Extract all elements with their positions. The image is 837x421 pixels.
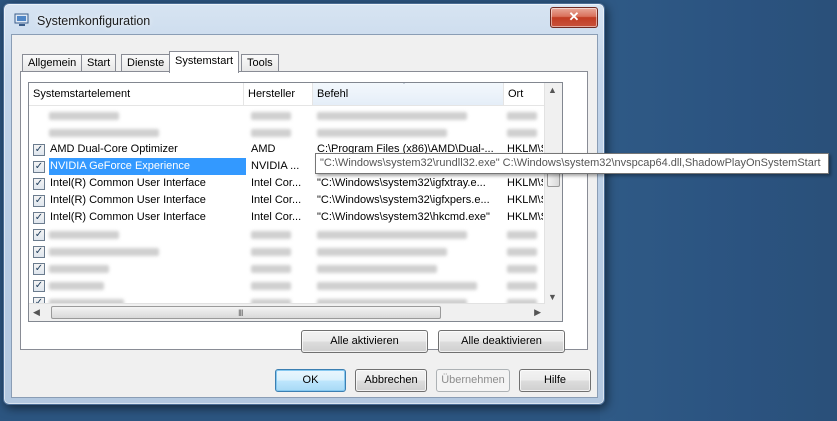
help-button[interactable]: Hilfe xyxy=(519,369,591,392)
apply-button[interactable]: Übernehmen xyxy=(436,369,510,392)
column-header-location[interactable]: Ort xyxy=(504,83,549,105)
redacted-cell xyxy=(317,231,467,239)
close-icon: ✕ xyxy=(568,9,580,24)
table-row[interactable] xyxy=(29,107,549,124)
startup-item-command: "C:\Windows\system32\hkcmd.exe" xyxy=(317,211,490,223)
scroll-grip-icon: III xyxy=(238,308,243,318)
startup-item-checkbox[interactable]: ✓ xyxy=(33,229,45,241)
tab-allgemein[interactable]: Allgemein xyxy=(22,54,83,72)
window-title: Systemkonfiguration xyxy=(37,14,151,28)
redacted-cell xyxy=(251,282,291,290)
startup-item-manufacturer: NVIDIA ... xyxy=(251,160,300,172)
dialog-client-area: Allgemein Start Dienste Systemstart Tool… xyxy=(11,34,598,398)
table-row[interactable]: ✓ xyxy=(29,277,549,294)
horizontal-scrollbar[interactable]: ◀ III ▶ xyxy=(29,303,545,321)
redacted-cell xyxy=(251,112,291,120)
startup-item-location: HKLM\S xyxy=(507,194,543,206)
startup-item-name: Intel(R) Common User Interface xyxy=(50,211,206,223)
startup-item-name: Intel(R) Common User Interface xyxy=(50,177,206,189)
redacted-cell xyxy=(251,265,291,273)
redacted-cell xyxy=(49,265,109,273)
system-config-window: Systemkonfiguration ✕ Allgemein Start Di… xyxy=(3,3,605,405)
table-row[interactable]: ✓ Intel(R) Common User Interface Intel Cor… xyxy=(29,209,549,226)
startup-item-checkbox[interactable]: ✓ xyxy=(33,263,45,275)
startup-item-manufacturer: AMD xyxy=(251,143,276,155)
table-row[interactable]: ✓ xyxy=(29,226,549,243)
desktop-background xyxy=(600,0,837,421)
msconfig-app-icon xyxy=(14,13,29,26)
startup-items-list[interactable]: Systemstartelement Hersteller Befehl Ort… xyxy=(28,82,563,322)
startup-item-checkbox[interactable]: ✓ xyxy=(33,195,45,207)
redacted-cell xyxy=(317,265,437,273)
startup-item-checkbox[interactable]: ✓ xyxy=(33,161,45,173)
enable-all-button[interactable]: Alle aktivieren xyxy=(301,330,428,353)
redacted-cell xyxy=(317,282,477,290)
tab-dienste[interactable]: Dienste xyxy=(121,54,171,72)
redacted-cell xyxy=(317,248,447,256)
command-tooltip: "C:\Windows\system32\rundll32.exe" C:\Wi… xyxy=(315,153,829,174)
startup-item-location: HKLM\S xyxy=(507,177,543,189)
close-button[interactable]: ✕ xyxy=(550,7,598,28)
redacted-cell xyxy=(49,231,119,239)
startup-item-name: NVIDIA GeForce Experience xyxy=(49,158,246,175)
startup-item-checkbox[interactable]: ✓ xyxy=(33,246,45,258)
ok-button[interactable]: OK xyxy=(275,369,346,392)
vertical-scrollbar[interactable]: ▲ ▼ xyxy=(544,83,562,304)
sort-indicator-icon xyxy=(401,83,407,84)
redacted-cell xyxy=(49,112,119,120)
redacted-cell xyxy=(507,282,537,290)
cancel-button[interactable]: Abbrechen xyxy=(355,369,427,392)
scroll-left-icon[interactable]: ◀ xyxy=(33,307,40,318)
table-row[interactable]: ✓ xyxy=(29,260,549,277)
table-row[interactable]: ✓ xyxy=(29,243,549,260)
redacted-cell xyxy=(507,231,537,239)
tab-start[interactable]: Start xyxy=(81,54,117,72)
redacted-cell xyxy=(317,112,467,120)
redacted-cell xyxy=(49,129,159,137)
scroll-corner xyxy=(545,304,562,321)
table-row[interactable]: ✓ Intel(R) Common User Interface Intel Cor… xyxy=(29,192,549,209)
startup-item-manufacturer: Intel Cor... xyxy=(251,177,302,189)
column-header-element[interactable]: Systemstartelement xyxy=(29,83,244,105)
startup-item-location: HKLM\S xyxy=(507,211,543,223)
startup-item-checkbox[interactable]: ✓ xyxy=(33,144,45,156)
redacted-cell xyxy=(251,129,291,137)
startup-item-manufacturer: Intel Cor... xyxy=(251,211,302,223)
redacted-cell xyxy=(251,231,291,239)
scroll-up-icon[interactable]: ▲ xyxy=(548,85,557,95)
table-row[interactable]: ✓ Intel(R) Common User Interface Intel Cor… xyxy=(29,175,549,192)
startup-item-checkbox[interactable]: ✓ xyxy=(33,178,45,190)
column-header-command-label: Befehl xyxy=(317,88,349,100)
startup-item-name: Intel(R) Common User Interface xyxy=(50,194,206,206)
tab-systemstart[interactable]: Systemstart xyxy=(169,51,240,73)
scroll-down-icon[interactable]: ▼ xyxy=(548,292,557,302)
disable-all-button[interactable]: Alle deaktivieren xyxy=(438,330,565,353)
list-header: Systemstartelement Hersteller Befehl Ort xyxy=(29,83,549,106)
redacted-cell xyxy=(507,129,537,137)
scroll-right-icon[interactable]: ▶ xyxy=(534,307,541,318)
startup-item-checkbox[interactable]: ✓ xyxy=(33,280,45,292)
redacted-cell xyxy=(49,282,104,290)
tab-tools[interactable]: Tools xyxy=(241,54,279,72)
startup-item-name: AMD Dual-Core Optimizer xyxy=(50,143,178,155)
redacted-cell xyxy=(507,248,537,256)
startup-item-manufacturer: Intel Cor... xyxy=(251,194,302,206)
column-header-command[interactable]: Befehl xyxy=(313,83,504,105)
startup-item-command: "C:\Windows\system32\igfxtray.e... xyxy=(317,177,486,189)
startup-item-checkbox[interactable]: ✓ xyxy=(33,212,45,224)
column-header-manufacturer[interactable]: Hersteller xyxy=(244,83,313,105)
table-row[interactable] xyxy=(29,124,549,141)
redacted-cell xyxy=(251,248,291,256)
redacted-cell xyxy=(317,129,447,137)
title-bar[interactable]: Systemkonfiguration ✕ xyxy=(4,4,604,34)
startup-item-command: "C:\Windows\system32\igfxpers.e... xyxy=(317,194,490,206)
redacted-cell xyxy=(507,112,537,120)
redacted-cell xyxy=(49,248,159,256)
redacted-cell xyxy=(507,265,537,273)
horizontal-scroll-thumb[interactable]: III xyxy=(51,306,441,319)
